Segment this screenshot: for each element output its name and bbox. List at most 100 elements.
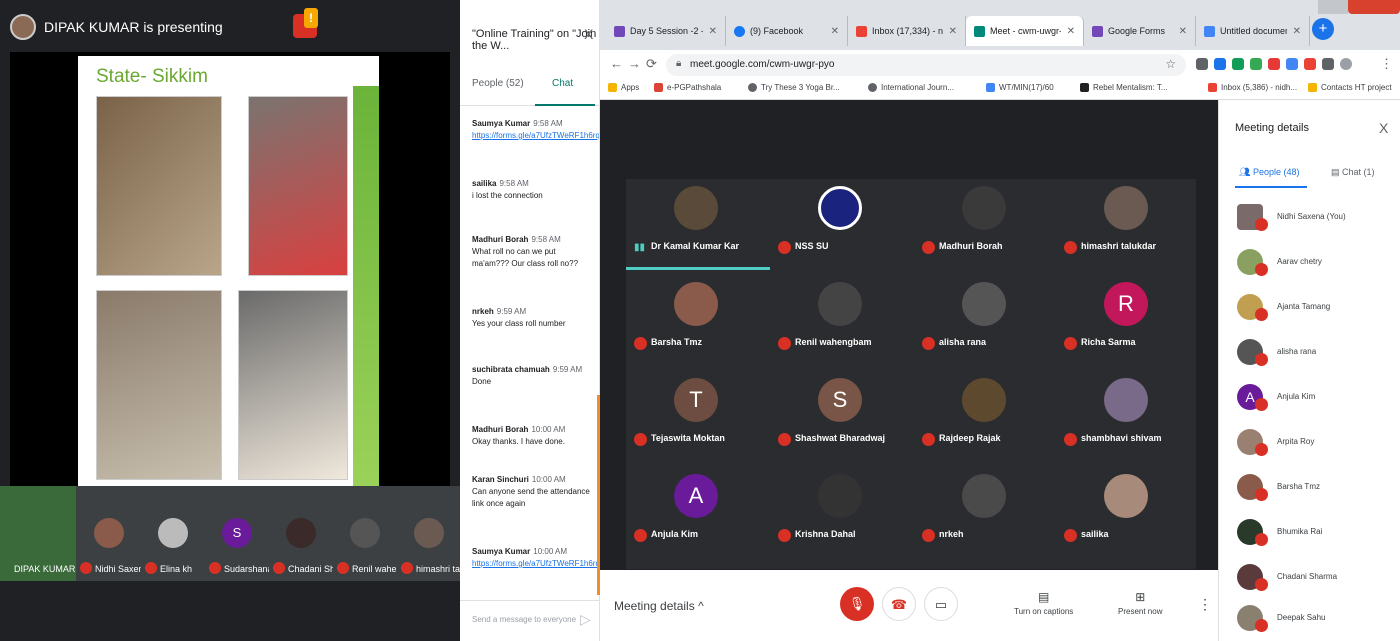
forward-icon[interactable]: → xyxy=(628,56,641,71)
captions-button[interactable]: ▤ Turn on captions xyxy=(1014,590,1073,616)
more-options-button[interactable]: ⋮ xyxy=(1198,596,1212,613)
tab-people[interactable]: 👥︎ People (48) xyxy=(1239,167,1299,178)
bookmark-item[interactable]: International Journ... xyxy=(868,83,954,93)
new-tab-button[interactable]: + xyxy=(1312,18,1334,40)
participant-tile[interactable]: sailika xyxy=(1056,471,1196,567)
message-link[interactable]: https://forms.gle/a7UfzTWeRF1h6rq17 xyxy=(472,558,599,570)
browser-tab[interactable]: Untitled document - Go ✕ xyxy=(1196,16,1310,46)
close-icon[interactable]: ✕ xyxy=(1067,26,1075,37)
send-icon[interactable]: ▷ xyxy=(580,611,591,628)
message-link[interactable]: https://forms.gle/a7UfzTWeRF1h6rq17 xyxy=(472,130,599,142)
strip-tile[interactable]: Renil wahengb... xyxy=(333,486,416,581)
url-text: meet.google.com/cwm-uwgr-pyo xyxy=(690,59,835,70)
warning-icon[interactable]: ! xyxy=(304,8,318,28)
bookmark-item[interactable]: Apps xyxy=(608,83,639,93)
participant-tile[interactable]: shambhavi shivam xyxy=(1056,375,1196,471)
participant-tile[interactable]: Barsha Tmz xyxy=(626,279,766,375)
mic-off-icon xyxy=(1255,308,1268,321)
bookmark-item[interactable]: WT/MIN(17)/60 xyxy=(986,83,1054,93)
browser-tab-active[interactable]: Meet - cwm-uwgr-p ✕ xyxy=(966,16,1084,46)
extension-icon[interactable] xyxy=(1322,58,1334,70)
strip-tile[interactable]: himashri talukd... xyxy=(397,486,460,581)
people-list-item[interactable]: Arpita Roy xyxy=(1219,421,1400,465)
people-list-item[interactable]: Chadani Sharma xyxy=(1219,556,1400,600)
strip-tile[interactable]: DIPAK KUMAR xyxy=(0,486,76,581)
participant-tile[interactable]: Rajdeep Rajak xyxy=(914,375,1054,471)
people-list-item[interactable]: Ajanta Tamang xyxy=(1219,286,1400,330)
close-icon[interactable]: X xyxy=(1379,120,1388,136)
participant-avatar xyxy=(962,282,1006,326)
people-list-item[interactable]: Deepak Sahu xyxy=(1219,597,1400,641)
browser-tab[interactable]: Day 5 Session -2 - Goog ✕ xyxy=(606,16,726,46)
profile-avatar[interactable] xyxy=(1340,58,1352,70)
extension-icon[interactable] xyxy=(1250,58,1262,70)
bookmark-item[interactable]: Inbox (5,386) - nidh... xyxy=(1208,83,1297,93)
people-list-item[interactable]: Aarav chetry xyxy=(1219,241,1400,285)
participant-tile[interactable]: NSS SU xyxy=(770,183,910,279)
people-list-item[interactable]: alisha rana xyxy=(1219,331,1400,375)
meeting-details-panel: Meeting details X 👥︎ People (48) ▤ Chat … xyxy=(1218,100,1400,641)
browser-tab[interactable]: Google Forms ✕ xyxy=(1084,16,1196,46)
people-list-item[interactable]: A Anjula Kim xyxy=(1219,376,1400,420)
leave-call-button[interactable]: ☎ xyxy=(882,587,916,621)
tab-people[interactable]: People (52) xyxy=(472,78,524,89)
participant-tile[interactable]: Madhuri Borah xyxy=(914,183,1054,279)
window-close-button[interactable] xyxy=(1348,0,1400,14)
bookmark-item[interactable]: Rebel Mentalism: T... xyxy=(1080,83,1168,93)
mic-off-icon xyxy=(778,433,791,446)
extension-icon[interactable] xyxy=(1232,58,1244,70)
close-icon[interactable]: ✕ xyxy=(1179,26,1187,37)
people-list-item[interactable]: Bhumika Rai xyxy=(1219,511,1400,555)
bookmark-item[interactable]: Try These 3 Yoga Br... xyxy=(748,83,840,93)
bookmark-label: International Journ... xyxy=(881,83,954,92)
tab-chat[interactable]: ▤ Chat (1) xyxy=(1331,167,1375,178)
close-icon[interactable]: X xyxy=(584,26,593,42)
reload-icon[interactable]: ⟳ xyxy=(646,56,657,72)
participant-tile[interactable]: R Richa Sarma xyxy=(1056,279,1196,375)
extension-icon[interactable] xyxy=(1286,58,1298,70)
participant-tile[interactable]: himashri talukdar xyxy=(1056,183,1196,279)
chat-message: nrkeh 9:59 AM Yes your class roll number xyxy=(472,306,592,330)
strip-tile[interactable]: Nidhi Saxena xyxy=(76,486,149,581)
strip-tile[interactable]: Chadani Sharma xyxy=(269,486,352,581)
hang-up-icon: ☎ xyxy=(890,597,908,612)
people-list-item[interactable]: Nidhi Saxena (You) xyxy=(1219,196,1400,240)
participant-tile[interactable]: T Tejaswita Moktan xyxy=(626,375,766,471)
minimize-button[interactable] xyxy=(1318,0,1348,14)
close-icon[interactable]: ✕ xyxy=(709,26,717,37)
extension-icon[interactable] xyxy=(1196,58,1208,70)
participant-tile[interactable]: ▮▮ Dr Kamal Kumar Kar xyxy=(626,183,770,279)
close-icon[interactable]: ✕ xyxy=(1293,26,1301,37)
participant-tile[interactable]: Renil wahengbam xyxy=(770,279,910,375)
participant-tile[interactable]: S Shashwat Bharadwaj xyxy=(770,375,910,471)
camera-button[interactable]: ▭ xyxy=(924,587,958,621)
strip-tile[interactable]: Elina kh xyxy=(141,486,205,581)
extension-icon[interactable] xyxy=(1214,58,1226,70)
extension-icon[interactable] xyxy=(1304,58,1316,70)
browser-tab[interactable]: Inbox (17,334) - nidhisa ✕ xyxy=(848,16,966,46)
address-bar[interactable]: 🔒︎ meet.google.com/cwm-uwgr-pyo ☆ xyxy=(666,54,1186,76)
bookmark-item[interactable]: Contacts HT project xyxy=(1308,83,1392,93)
participant-tile[interactable]: nrkeh xyxy=(914,471,1054,567)
participant-tile[interactable]: Krishna Dahal xyxy=(770,471,910,567)
meeting-details-button[interactable]: Meeting details ^ xyxy=(614,599,704,613)
extension-icon[interactable] xyxy=(1268,58,1280,70)
participant-tile[interactable]: alisha rana xyxy=(914,279,1054,375)
back-icon[interactable]: ← xyxy=(610,56,623,71)
present-now-button[interactable]: ⊞ Present now xyxy=(1118,590,1162,616)
tab-chat[interactable]: Chat xyxy=(552,78,573,89)
strip-tile[interactable]: S Sudarshana Bh... xyxy=(205,486,288,581)
participant-name: alisha rana xyxy=(939,337,987,347)
participant-tile[interactable]: A Anjula Kim xyxy=(626,471,766,567)
mic-off-button[interactable]: 🎙︎ xyxy=(840,587,874,621)
chat-input[interactable]: Send a message to everyone xyxy=(472,615,576,624)
close-icon[interactable]: ✕ xyxy=(949,26,957,37)
menu-dots-icon[interactable]: ⋮ xyxy=(1380,56,1393,72)
bookmark-star-icon[interactable]: ☆ xyxy=(1165,57,1176,71)
tab-label: Chat (1) xyxy=(1342,167,1375,177)
close-icon[interactable]: ✕ xyxy=(831,26,839,37)
message-text: Yes your class roll number xyxy=(472,319,566,328)
browser-tab[interactable]: (9) Facebook ✕ xyxy=(726,16,848,46)
bookmark-item[interactable]: e-PGPathshala xyxy=(654,83,721,93)
people-list-item[interactable]: Barsha Tmz xyxy=(1219,466,1400,510)
